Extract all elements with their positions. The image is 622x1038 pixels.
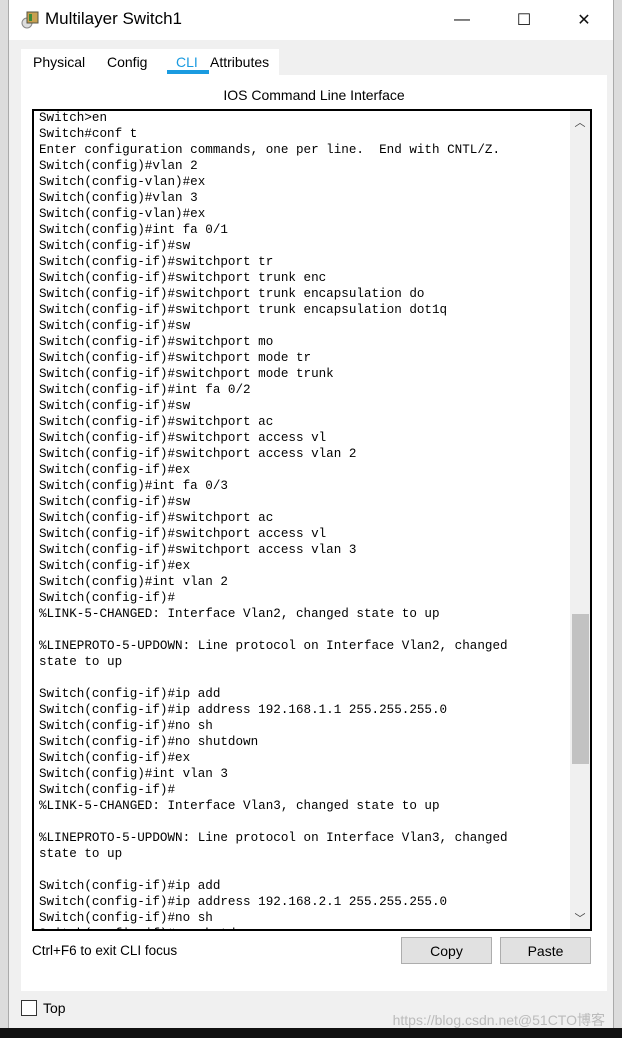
terminal-line: Switch(config-if)#switchport access vlan… xyxy=(39,447,357,461)
terminal-line: Switch(config-if)# xyxy=(39,783,176,797)
terminal-line: Switch(config-if)#int fa 0/2 xyxy=(39,383,251,397)
terminal-line: Switch(config-if)#switchport mode tr xyxy=(39,351,312,365)
watermark: https://blog.csdn.net@51CTO博客 xyxy=(392,1012,605,1028)
taskbar-edge xyxy=(0,1028,622,1038)
scrollbar-thumb[interactable] xyxy=(572,614,589,764)
terminal-line: Switch(config-if)#ip add xyxy=(39,879,221,893)
terminal-line: Switch#conf t xyxy=(39,127,138,141)
top-checkbox[interactable] xyxy=(21,1000,37,1016)
terminal-line: Switch(config-vlan)#ex xyxy=(39,207,206,221)
terminal-line: %LINEPROTO-5-UPDOWN: Line protocol on In… xyxy=(39,639,508,653)
terminal-line: Switch(config-if)#sw xyxy=(39,399,191,413)
cli-panel: IOS Command Line Interface Switch>en Swit… xyxy=(21,75,607,991)
terminal-line: Switch(config-if)#switchport trunk encap… xyxy=(39,287,425,301)
terminal-line: Switch(config-if)#switchport mode trunk xyxy=(39,367,334,381)
switch-app-icon xyxy=(21,11,39,29)
terminal-line: Switch(config-if)#no shutdown xyxy=(39,926,508,929)
terminal-line: Switch(config-if)#switchport trunk encap… xyxy=(39,303,448,317)
tab-physical[interactable]: Physical xyxy=(33,54,85,70)
terminal-line: state to up xyxy=(39,655,123,669)
scrollbar[interactable]: ︿ ﹀ xyxy=(570,111,590,929)
terminal-line: Switch(config-if)#switchport access vl xyxy=(39,527,327,541)
window-title: Multilayer Switch1 xyxy=(45,9,182,28)
terminal-line: Switch(config-if)#switchport ac xyxy=(39,511,274,525)
terminal-line: Switch(config-if)#ip add xyxy=(39,687,221,701)
paste-button[interactable]: Paste xyxy=(500,937,591,964)
terminal-line: Switch(config-if)#sw xyxy=(39,319,191,333)
terminal-line: Switch(config-if)#ex xyxy=(39,751,191,765)
tab-attributes[interactable]: Attributes xyxy=(210,54,269,70)
terminal-line: %LINK-5-CHANGED: Interface Vlan2, change… xyxy=(39,607,440,621)
terminal-line: Switch(config)#vlan 3 xyxy=(39,191,198,205)
minimize-button[interactable]: — xyxy=(439,0,485,40)
terminal-line: Switch(config-if)#switchport access vl xyxy=(39,431,327,445)
terminal-line: Switch(config)#int fa 0/3 xyxy=(39,479,228,493)
close-button[interactable]: ✕ xyxy=(561,0,607,40)
terminal-line: %LINK-5-CHANGED: Interface Vlan3, change… xyxy=(39,799,440,813)
title-bar: Multilayer Switch1 — ☐ ✕ xyxy=(9,0,613,40)
terminal-line: Switch(config-if)#ex xyxy=(39,559,191,573)
cli-focus-hint: Ctrl+F6 to exit CLI focus xyxy=(32,943,178,958)
terminal-line: %LINEPROTO-5-UPDOWN: Line protocol on In… xyxy=(39,831,508,845)
scroll-up-icon[interactable]: ︿ xyxy=(570,114,590,130)
terminal-line: Switch>en xyxy=(39,111,108,125)
terminal-line: Switch(config-if)#sw xyxy=(39,239,191,253)
terminal-output: Switch>en Switch#conf t Enter configuratio… xyxy=(39,111,508,929)
terminal-line: state to up xyxy=(39,847,123,861)
terminal-line: Switch(config-if)#no sh xyxy=(39,719,213,733)
top-label: Top xyxy=(43,1000,66,1016)
tab-bar: Physical Config CLI Attributes xyxy=(21,49,279,75)
terminal-line: Switch(config)#vlan 2 xyxy=(39,159,198,173)
copy-button[interactable]: Copy xyxy=(401,937,492,964)
terminal-line: Switch(config-if)#switchport access vlan… xyxy=(39,543,357,557)
terminal-line: Switch(config-if)#no sh xyxy=(39,911,213,925)
terminal-line: Switch(config-if)#ex xyxy=(39,463,191,477)
window: Multilayer Switch1 — ☐ ✕ Physical Config… xyxy=(8,0,614,1028)
cli-heading: IOS Command Line Interface xyxy=(223,87,405,103)
terminal-line: Switch(config-if)#ip address 192.168.1.1… xyxy=(39,703,448,717)
active-tab-indicator xyxy=(167,70,209,74)
terminal-line: Switch(config)#int vlan 2 xyxy=(39,575,228,589)
terminal-line: Switch(config-vlan)#ex xyxy=(39,175,206,189)
scroll-down-icon[interactable]: ﹀ xyxy=(570,910,590,926)
terminal-line: Switch(config)#int vlan 3 xyxy=(39,767,228,781)
terminal-line: Switch(config-if)#switchport ac xyxy=(39,415,274,429)
cli-terminal[interactable]: Switch>en Switch#conf t Enter configuratio… xyxy=(32,109,592,931)
terminal-line: Switch(config-if)#switchport tr xyxy=(39,255,274,269)
terminal-line: Enter configuration commands, one per li… xyxy=(39,143,501,157)
terminal-line: Switch(config-if)# xyxy=(39,591,176,605)
terminal-line: Switch(config-if)#switchport trunk enc xyxy=(39,271,327,285)
terminal-line: Switch(config-if)#sw xyxy=(39,495,191,509)
terminal-line: Switch(config-if)#ip address 192.168.2.1… xyxy=(39,895,448,909)
maximize-button[interactable]: ☐ xyxy=(501,0,547,40)
terminal-line: Switch(config)#int fa 0/1 xyxy=(39,223,228,237)
terminal-line: Switch(config-if)#switchport mo xyxy=(39,335,274,349)
tab-config[interactable]: Config xyxy=(107,54,147,70)
terminal-line: Switch(config-if)#no shutdown xyxy=(39,735,259,749)
tab-cli[interactable]: CLI xyxy=(176,54,198,70)
